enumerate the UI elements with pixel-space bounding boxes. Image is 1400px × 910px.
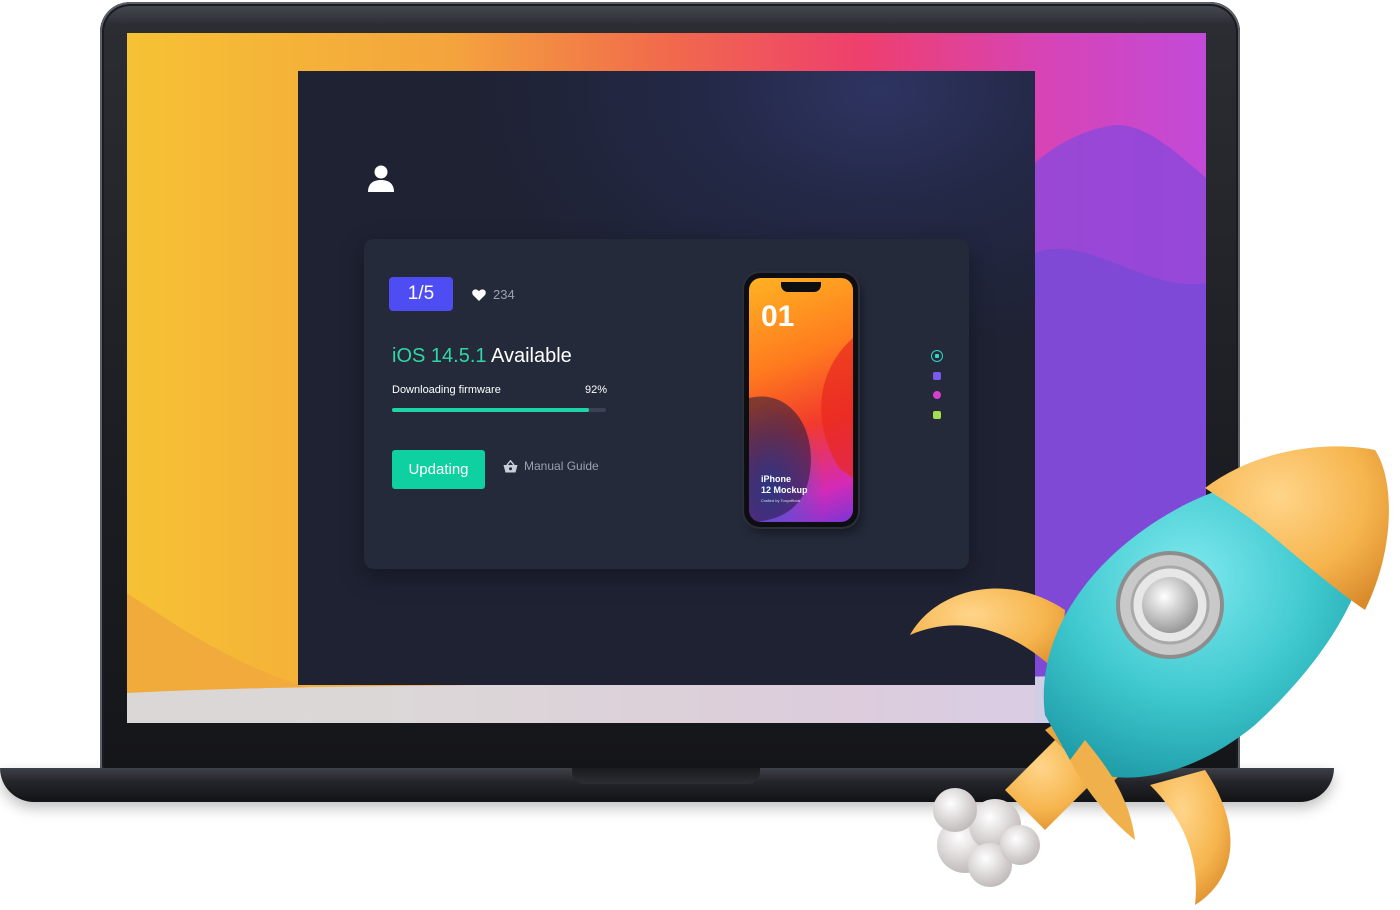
carousel-dot-4[interactable]: [933, 411, 941, 419]
carousel-dot-2[interactable]: [933, 372, 941, 380]
page-badge: 1/5: [389, 277, 453, 311]
manual-guide-link[interactable]: Manual Guide: [503, 459, 599, 473]
heart-icon: [472, 288, 486, 301]
phone-credit: Crafted by Tonyofficial: [761, 498, 801, 503]
updating-button[interactable]: Updating: [392, 450, 485, 489]
phone-mockup: 01 iPhone 12 Mockup Crafted by Tonyoffic…: [744, 273, 858, 527]
phone-caption-line2: 12 Mockup: [761, 485, 808, 495]
progress-label: Downloading firmware: [392, 384, 501, 396]
rocket-illustration: [910, 446, 1389, 905]
manual-guide-label: Manual Guide: [524, 459, 599, 473]
phone-number: 01: [761, 300, 795, 333]
carousel-dot-3[interactable]: [933, 391, 941, 399]
phone-caption: iPhone 12 Mockup: [761, 474, 808, 496]
update-title: iOS 14.5.1 Available: [392, 345, 572, 368]
progress-bar: [392, 408, 606, 412]
phone-caption-line1: iPhone: [761, 474, 792, 484]
likes-count: 234: [493, 287, 515, 302]
basket-icon: [503, 459, 518, 472]
availability-status: Available: [490, 345, 572, 367]
phone-notch: [781, 282, 821, 292]
laptop-notch: [572, 768, 760, 784]
update-card: 1/5 234 iOS 14.5.1 Available Downloading…: [364, 239, 969, 569]
ios-version: iOS 14.5.1: [392, 345, 487, 367]
progress-fill: [392, 408, 589, 412]
phone-screen: 01 iPhone 12 Mockup Crafted by Tonyoffic…: [749, 278, 853, 522]
user-icon[interactable]: [366, 163, 396, 193]
carousel-dot-1[interactable]: [931, 350, 943, 362]
progress-percent: 92%: [585, 384, 608, 396]
likes[interactable]: 234: [472, 287, 515, 302]
